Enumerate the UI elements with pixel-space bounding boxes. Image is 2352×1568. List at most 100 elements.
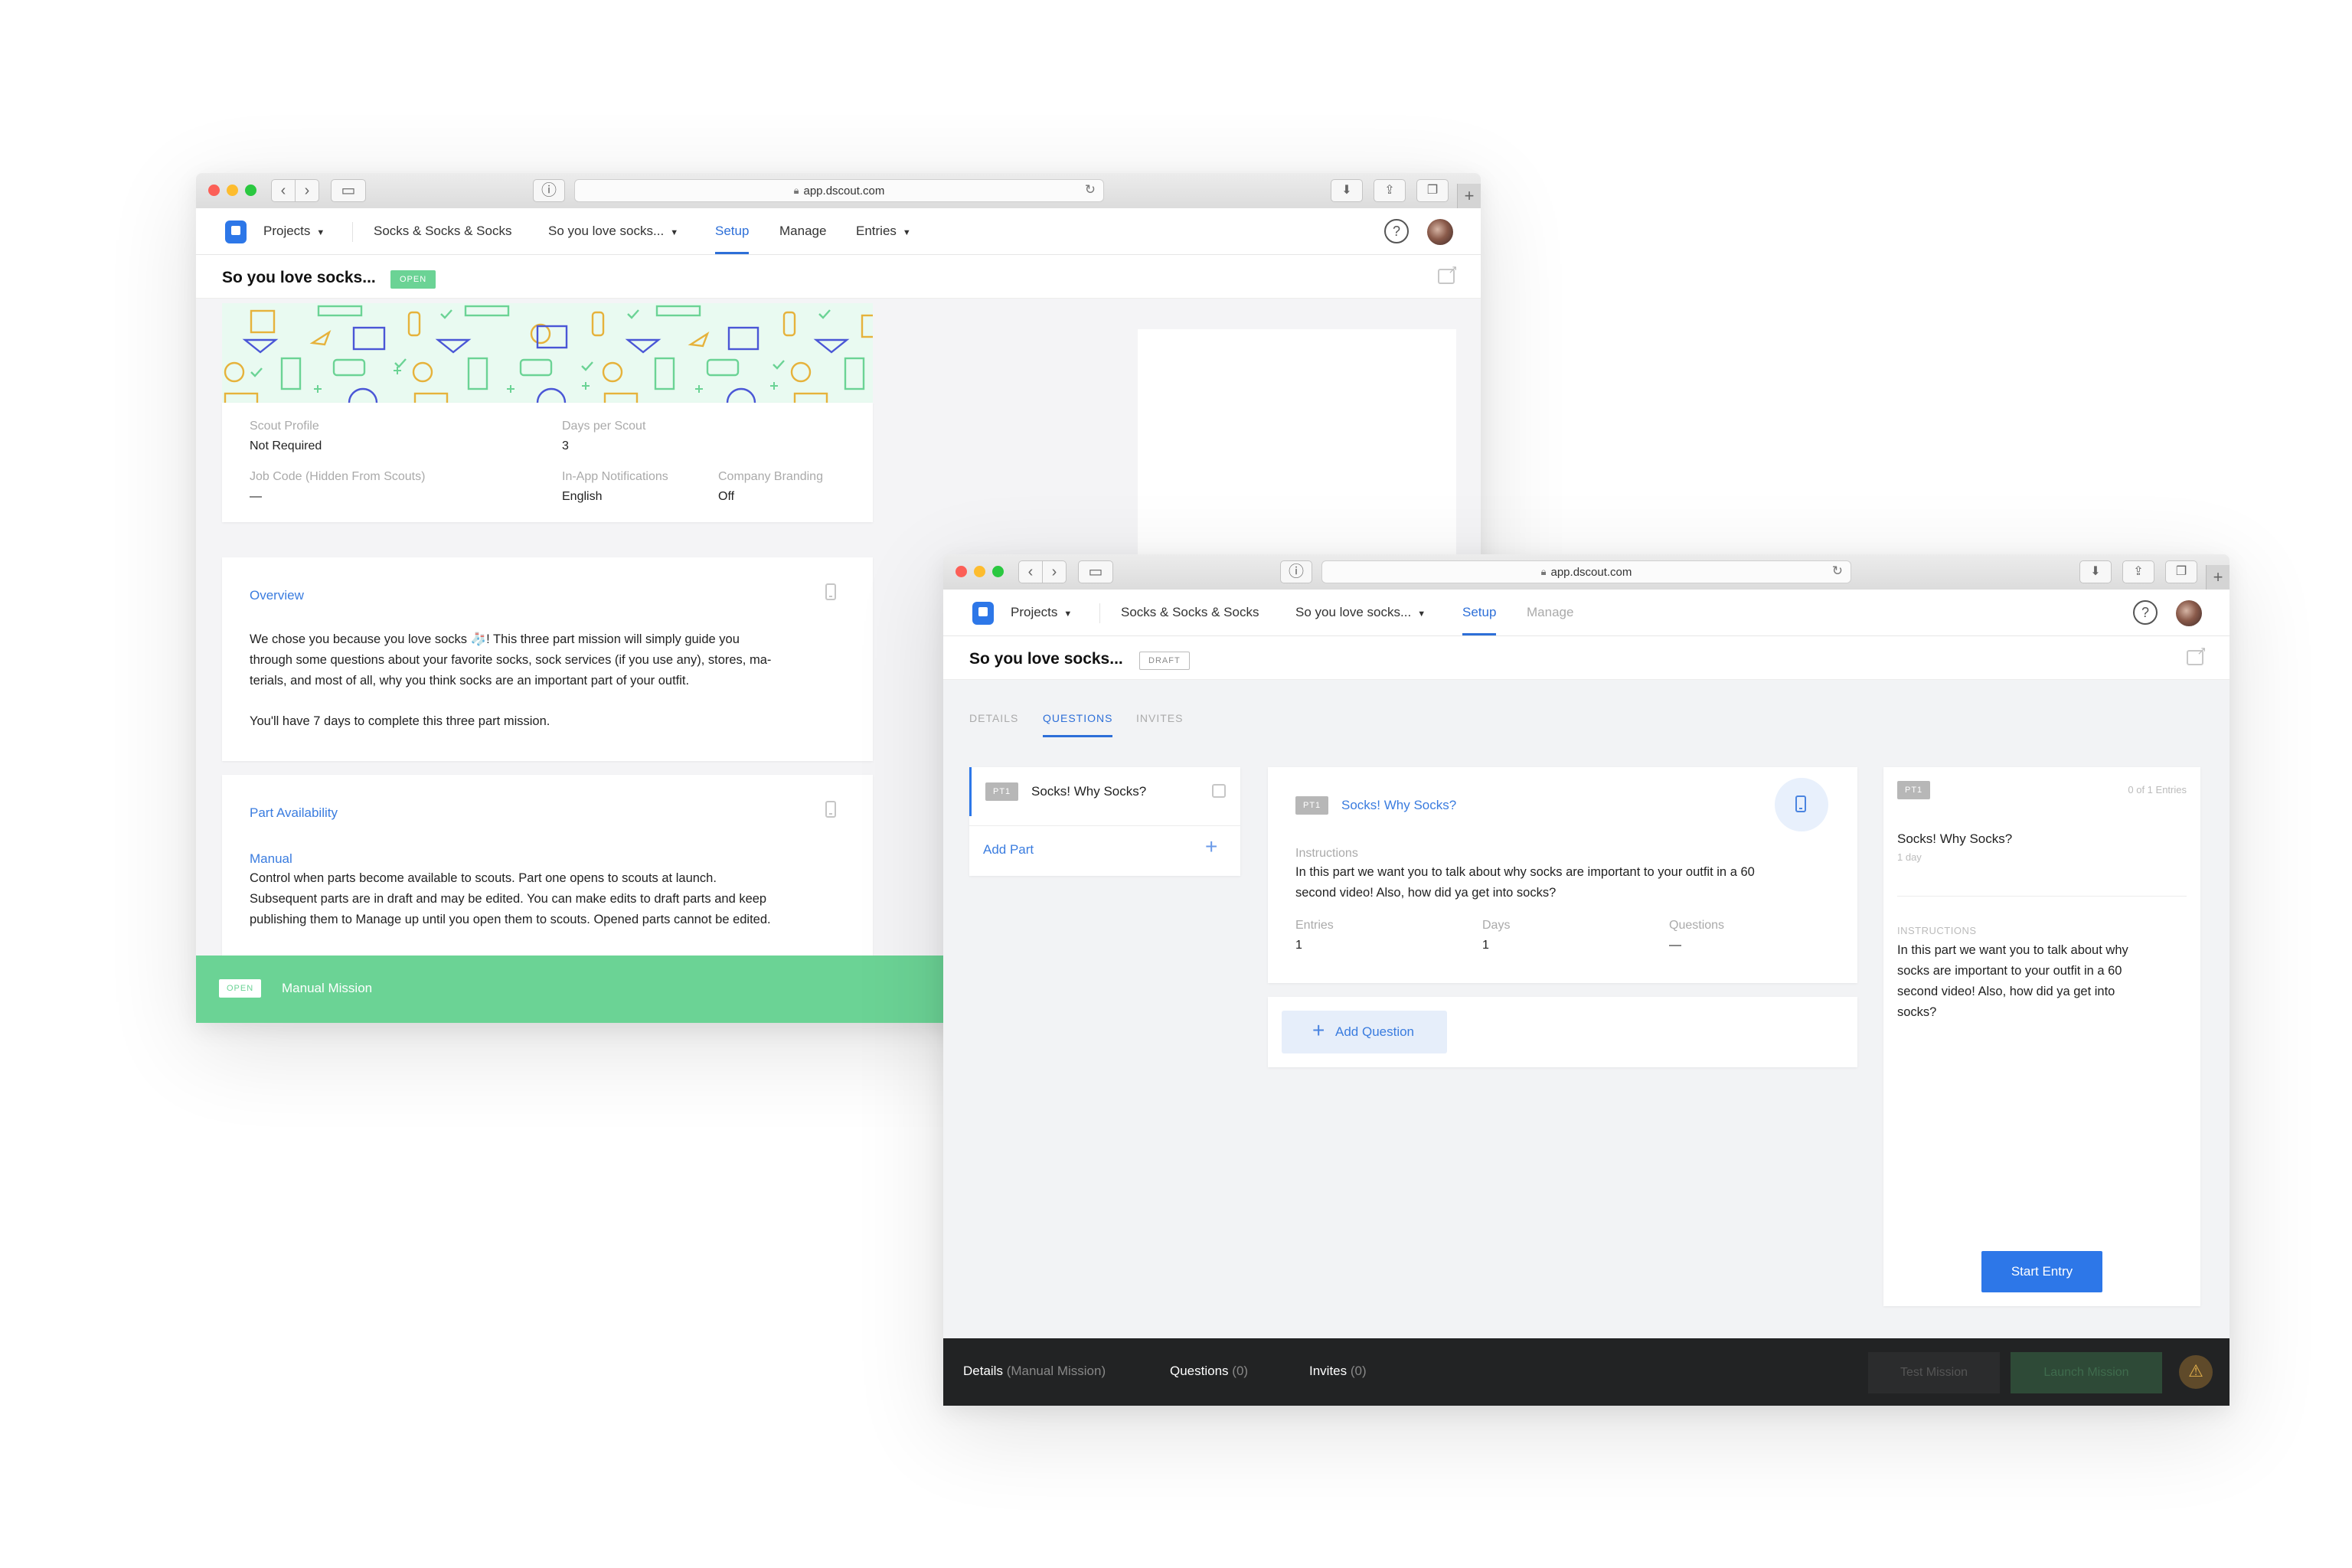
downloads-icon[interactable]: ⬇ (1331, 179, 1363, 202)
part-availability-title[interactable]: Part Availability (250, 805, 338, 821)
address-bar[interactable]: 🔒︎ app.dscout.com ↻ (1321, 560, 1851, 583)
availability-mode[interactable]: Manual (250, 851, 292, 867)
warning-icon[interactable]: ⚠ (2179, 1355, 2213, 1389)
test-mission-button[interactable]: Test Mission (1868, 1352, 2000, 1393)
back-arrow-icon[interactable]: ‹ (1018, 560, 1043, 583)
project-breadcrumb[interactable]: Socks & Socks & Socks (374, 208, 511, 254)
overview-line: terials, and most of all, why you think … (250, 674, 690, 688)
overview-title[interactable]: Overview (250, 588, 304, 603)
site-info-icon[interactable]: ⓘ (1280, 560, 1312, 583)
share-icon[interactable]: ⇪ (1374, 179, 1406, 202)
status-badge: DRAFT (1139, 652, 1190, 670)
browser-actions: ⬇ ⇪ ❐ (2079, 560, 2197, 583)
avatar[interactable] (1427, 219, 1453, 245)
dscout-logo-icon[interactable] (225, 220, 247, 243)
minimize-window-button[interactable] (974, 566, 985, 577)
tab-setup[interactable]: Setup (1462, 590, 1497, 635)
mission-label: So you love socks... (548, 224, 665, 238)
footer-questions-link[interactable]: Questions (0) (1170, 1364, 1248, 1379)
list-divider (969, 825, 1240, 826)
tabs-overview-icon[interactable]: ❐ (1416, 179, 1449, 202)
overview-line: through some questions about your favori… (250, 653, 772, 667)
maximize-window-button[interactable] (992, 566, 1004, 577)
projects-menu[interactable]: Projects ▼ (1011, 590, 1072, 635)
overview-text: We chose you because you love socks 🧦! T… (250, 629, 771, 732)
forward-arrow-icon[interactable]: › (1043, 560, 1067, 583)
tab-invites[interactable]: INVITES (1136, 712, 1183, 735)
help-icon[interactable]: ? (1384, 219, 1409, 243)
list-item-part[interactable]: PT1 Socks! Why Socks? (969, 767, 1240, 816)
window-controls (208, 185, 256, 196)
footer-details-link[interactable]: Details (Manual Mission) (963, 1364, 1106, 1379)
tab-details[interactable]: DETAILS (969, 712, 1018, 735)
preview-duration: 1 day (1897, 851, 1922, 863)
close-window-button[interactable] (208, 185, 220, 196)
address-bar[interactable]: 🔒︎ app.dscout.com ↻ (574, 179, 1104, 202)
new-tab-icon[interactable]: + (1457, 184, 1481, 208)
add-question-button[interactable]: + Add Question (1282, 1011, 1447, 1054)
entries-menu[interactable]: Entries ▼ (856, 208, 911, 254)
branding-value: Off (718, 490, 735, 503)
mission-type-label: Manual Mission (282, 981, 373, 995)
url-text: app.dscout.com (803, 184, 885, 198)
projects-menu[interactable]: Projects ▼ (263, 208, 325, 254)
part-title-link[interactable]: Socks! Why Socks? (1341, 798, 1456, 813)
footer-invites-link[interactable]: Invites (0) (1309, 1364, 1367, 1379)
new-tab-icon[interactable]: + (2206, 565, 2230, 590)
site-info-icon[interactable]: ⓘ (533, 179, 565, 202)
mission-details-card: Scout Profile Not Required Days per Scou… (222, 403, 873, 522)
back-arrow-icon[interactable]: ‹ (271, 179, 296, 202)
entries-label: Entries (856, 224, 897, 238)
phone-icon (1795, 795, 1806, 812)
entries-label: Entries (1295, 919, 1334, 932)
preview-divider (1897, 896, 2187, 897)
mission-title-bar: So you love socks... OPEN (196, 255, 1481, 299)
availability-text: Control when parts become available to s… (250, 868, 771, 930)
launch-mission-button[interactable]: Launch Mission (2011, 1352, 2162, 1393)
preview-title: Socks! Why Socks? (1897, 831, 2013, 846)
mission-menu[interactable]: So you love socks... ▼ (548, 208, 678, 254)
add-question-label: Add Question (1335, 1024, 1415, 1039)
parts-list: PT1 Socks! Why Socks? Add Part + (969, 767, 1240, 876)
share-icon[interactable] (2187, 644, 2207, 665)
tab-manage[interactable]: Manage (779, 208, 826, 254)
mission-menu[interactable]: So you love socks... ▼ (1295, 590, 1426, 635)
part-detail-card: PT1 Socks! Why Socks? Instructions In th… (1268, 767, 1857, 983)
entry-preview-panel: PT1 0 of 1 Entries Socks! Why Socks? 1 d… (1883, 767, 2200, 1306)
help-icon[interactable]: ? (2133, 600, 2158, 625)
minimize-window-button[interactable] (227, 185, 238, 196)
dscout-logo-icon[interactable] (972, 602, 994, 625)
overview-card: Overview We chose you because you love s… (222, 557, 873, 761)
mission-title-bar: So you love socks... DRAFT (943, 636, 2230, 680)
sidebar-toggle-icon[interactable]: ▭ (1078, 560, 1113, 583)
days-value: 1 (1482, 939, 1489, 952)
sidebar-toggle-icon[interactable]: ▭ (331, 179, 366, 202)
add-part-link[interactable]: Add Part (983, 842, 1034, 858)
avatar[interactable] (2176, 600, 2202, 626)
reload-icon[interactable]: ↻ (1085, 182, 1096, 198)
maximize-window-button[interactable] (245, 185, 256, 196)
projects-label: Projects (1011, 605, 1058, 619)
lock-icon: 🔒︎ (1540, 566, 1547, 577)
mobile-preview-button[interactable] (1775, 778, 1828, 831)
part-name: Socks! Why Socks? (1031, 784, 1147, 799)
start-entry-button[interactable]: Start Entry (1981, 1251, 2102, 1292)
app-navigation: Projects ▼ Socks & Socks & Socks So you l… (943, 590, 2230, 636)
forward-arrow-icon[interactable]: › (296, 179, 319, 202)
share-icon[interactable] (1438, 263, 1458, 284)
project-breadcrumb[interactable]: Socks & Socks & Socks (1121, 590, 1259, 635)
preview-line: second video! Also, how did ya get into (1897, 985, 2115, 998)
tabs-overview-icon[interactable]: ❐ (2165, 560, 2197, 583)
close-window-button[interactable] (956, 566, 967, 577)
availability-line: Control when parts become available to s… (250, 871, 717, 885)
add-question-card: + Add Question (1268, 997, 1857, 1067)
share-icon[interactable]: ⇪ (2122, 560, 2154, 583)
duplicate-icon[interactable] (1212, 784, 1226, 798)
tab-setup[interactable]: Setup (715, 208, 750, 254)
notifications-value: English (562, 490, 603, 503)
tab-questions[interactable]: QUESTIONS (1043, 712, 1113, 737)
footer-questions-sub: (0) (1232, 1364, 1249, 1378)
downloads-icon[interactable]: ⬇ (2079, 560, 2112, 583)
plus-icon[interactable]: + (1205, 836, 1217, 858)
reload-icon[interactable]: ↻ (1832, 564, 1843, 579)
